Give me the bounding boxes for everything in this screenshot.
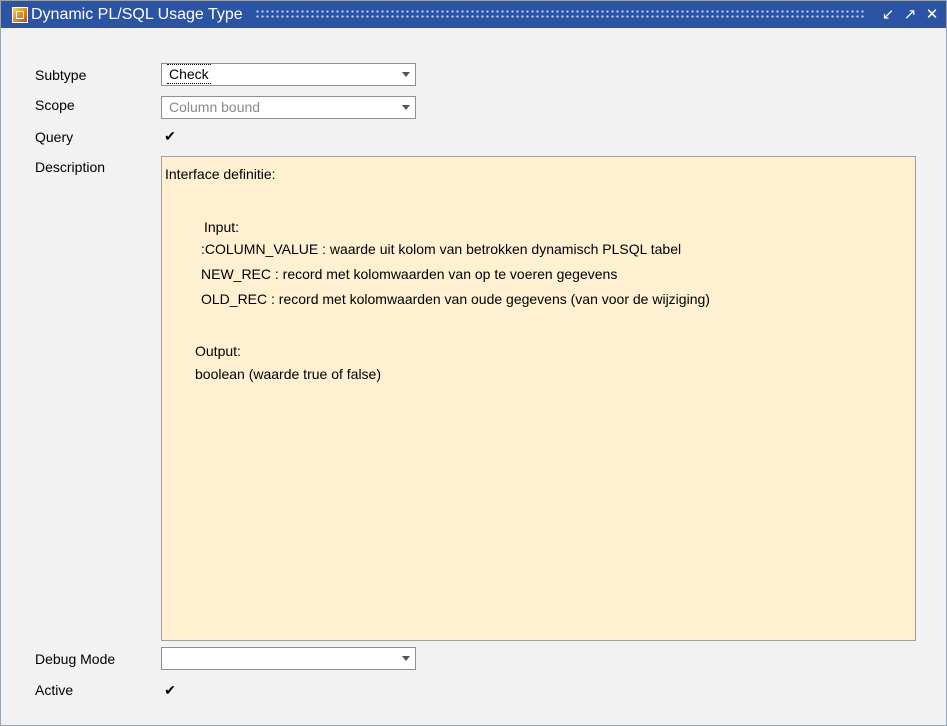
close-icon[interactable]: ✕ [924, 1, 940, 28]
subtype-value: Check [167, 64, 211, 84]
scope-label: Scope [35, 97, 75, 113]
minimize-icon[interactable]: ↙ [880, 1, 896, 28]
active-label: Active [35, 682, 74, 698]
form-window: Dynamic PL/SQL Usage Type ↙ ↗ ✕ Subtype … [0, 0, 947, 726]
app-icon [12, 6, 28, 23]
maximize-icon[interactable]: ↗ [902, 1, 918, 28]
description-label: Description [35, 159, 106, 175]
subtype-label: Subtype [35, 67, 87, 83]
chevron-down-icon[interactable] [402, 656, 410, 661]
debug-mode-label: Debug Mode [35, 651, 116, 667]
debug-mode-select[interactable] [161, 647, 416, 670]
active-checkbox[interactable]: ✔ [163, 683, 177, 697]
description-line: boolean (waarde true of false) [195, 366, 381, 382]
title-bar-grip [254, 9, 866, 20]
query-checkbox[interactable]: ✔ [163, 129, 177, 143]
window-title: Dynamic PL/SQL Usage Type [31, 6, 243, 23]
description-line: Output: [195, 343, 241, 359]
description-line: Interface definitie: [165, 166, 276, 182]
scope-select[interactable]: Column bound [161, 96, 416, 119]
description-line: :COLUMN_VALUE : waarde uit kolom van bet… [201, 241, 682, 257]
chevron-down-icon[interactable] [402, 105, 410, 110]
description-line: NEW_REC : record met kolomwaarden van op… [201, 266, 618, 282]
description-line: OLD_REC : record met kolomwaarden van ou… [201, 291, 710, 307]
description-line: Input: [204, 219, 240, 235]
subtype-select[interactable]: Check [161, 63, 416, 86]
chevron-down-icon[interactable] [402, 72, 410, 77]
title-bar[interactable]: Dynamic PL/SQL Usage Type ↙ ↗ ✕ [1, 1, 946, 28]
query-label: Query [35, 129, 74, 145]
description-textarea[interactable]: Interface definitie: Input: :COLUMN_VALU… [161, 156, 916, 641]
scope-value: Column bound [169, 99, 261, 115]
